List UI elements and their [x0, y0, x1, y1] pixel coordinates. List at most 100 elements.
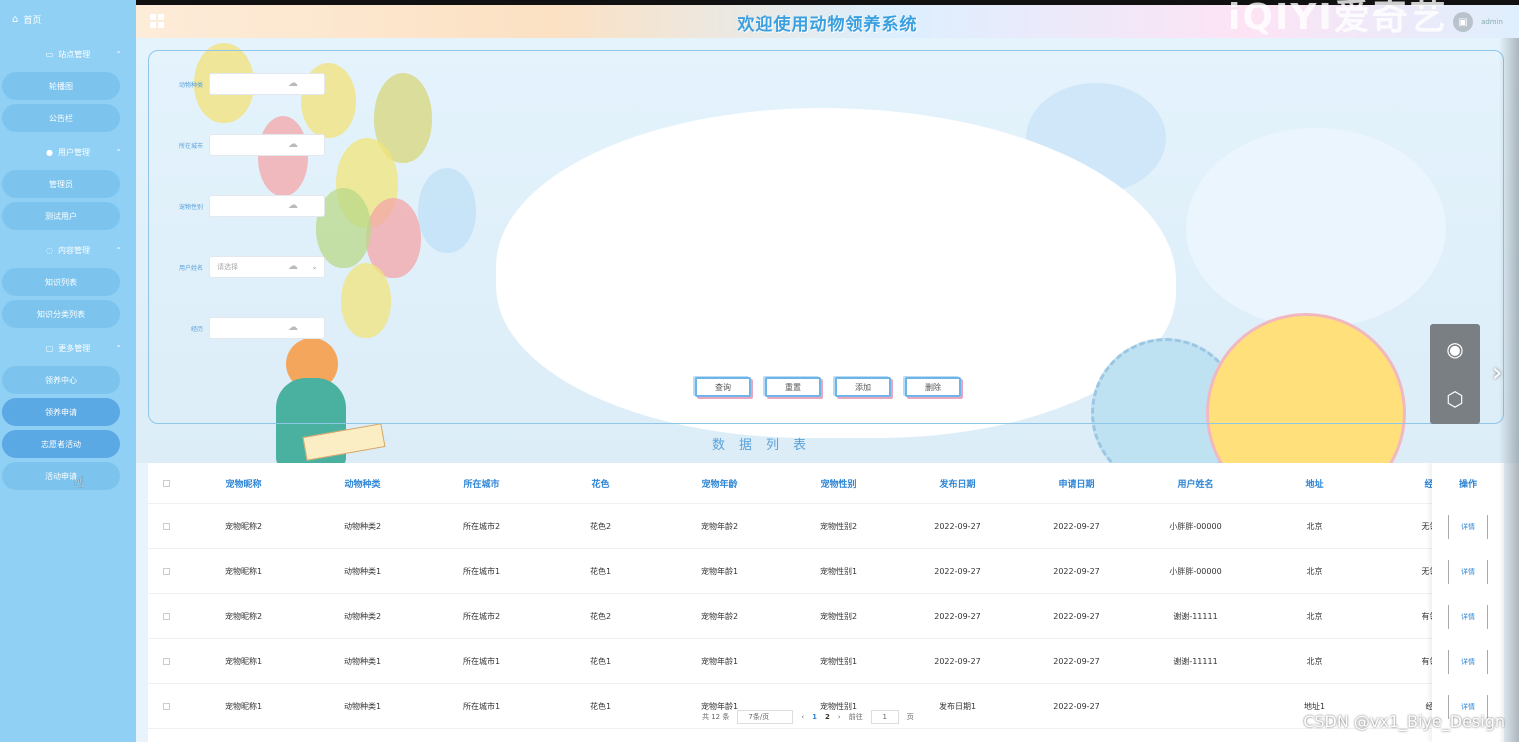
table-cell: 宠物年龄1	[700, 566, 739, 576]
goto-input[interactable]: 1	[870, 710, 899, 724]
form-row-user-name: 用户姓名 请选择 ☁ ⌄	[149, 256, 325, 278]
shield-icon[interactable]: ⬡	[1430, 374, 1480, 424]
experience-input[interactable]: ☁	[209, 317, 325, 339]
table-cell: 2022-09-27	[1053, 656, 1100, 666]
table-cell: 所在城市1	[462, 566, 501, 576]
next-page-icon[interactable]: ›	[838, 713, 841, 721]
query-button[interactable]: 查询	[695, 377, 751, 397]
group-content[interactable]: ◌ 内容管理 ⌃	[0, 234, 136, 266]
table-cell: 小胖胖-00000	[1169, 521, 1222, 531]
total-count: 共 12 条	[702, 713, 730, 721]
group-user[interactable]: ● 用户管理 ⌃	[0, 136, 136, 168]
form-row-experience: 经历 ☁	[149, 317, 325, 339]
table-cell: 2022-09-27	[934, 611, 981, 621]
column-header[interactable]: 所在城市	[422, 477, 541, 490]
page-2[interactable]: 2	[825, 713, 830, 721]
table-cell: 花色1	[589, 656, 612, 666]
table-row[interactable]: 宠物昵称2 动物种类2 所在城市2 花色2 宠物年龄2 宠物性别2 2022-09-27 20…	[148, 594, 1504, 639]
sidebar-item-admin[interactable]: 管理员	[2, 170, 120, 198]
sidebar-item-activity-apply[interactable]: 活动申请	[2, 462, 120, 490]
user-name[interactable]: admin	[1481, 18, 1503, 26]
column-header[interactable]: 宠物年龄	[660, 477, 779, 490]
table-row[interactable]: 宠物昵称1 动物种类1 所在城市1 花色1 宠物年龄1 宠物性别1 2022-09-27 20…	[148, 639, 1504, 684]
ops-header: 操作	[1458, 480, 1477, 490]
group-user-label: 用户管理	[57, 147, 90, 157]
sidebar-item-test-user[interactable]: 测试用户	[2, 202, 120, 230]
cloud-icon: ☁	[288, 139, 298, 150]
sidebar-home[interactable]: ⌂ 首页	[0, 0, 136, 38]
row-checkbox[interactable]	[148, 522, 184, 530]
column-header[interactable]: 用户姓名	[1136, 477, 1255, 490]
table-cell: 宠物昵称1	[224, 656, 263, 666]
column-header[interactable]: 地址	[1255, 477, 1374, 490]
chevron-down-icon: ⌄	[311, 262, 318, 271]
row-checkbox[interactable]	[148, 657, 184, 665]
column-header[interactable]: 发布日期	[898, 477, 1017, 490]
group-more[interactable]: ▢ 更多管理 ⌃	[0, 332, 136, 364]
form-row-city: 所在城市 ☁	[149, 134, 325, 156]
group-site-label: 站点管理	[58, 49, 91, 59]
animal-type-input[interactable]: ☁	[209, 73, 325, 95]
detail-button[interactable]: 详情	[1448, 514, 1488, 539]
row-checkbox[interactable]	[148, 702, 184, 710]
column-header[interactable]: 宠物性别	[779, 477, 898, 490]
detail-button[interactable]: 详情	[1448, 559, 1488, 584]
detail-button[interactable]: 详情	[1448, 649, 1488, 674]
goto-label: 前往	[848, 713, 863, 721]
column-header[interactable]: 申请日期	[1017, 477, 1136, 490]
form-label: 动物种类	[178, 81, 203, 89]
add-button[interactable]: 添加	[835, 377, 891, 397]
sidebar-item-notice[interactable]: 公告栏	[2, 104, 120, 132]
sidebar-item-adoption-apply[interactable]: 领养申请	[2, 398, 120, 426]
copy-icon: ▢	[45, 343, 54, 353]
pagination: 共 12 条 7条/页 ‹ 1 2 › 前往 1 页	[702, 710, 914, 724]
select-all-checkbox[interactable]	[148, 479, 184, 487]
form-label: 所在城市	[178, 142, 203, 150]
city-input[interactable]: ☁	[209, 134, 325, 156]
avatar[interactable]: ▣	[1453, 12, 1473, 32]
camera-icon[interactable]: ◉	[1430, 324, 1480, 374]
user-name-select[interactable]: 请选择 ☁ ⌄	[209, 256, 325, 278]
sidebar-item-knowledge[interactable]: 知识列表	[2, 268, 120, 296]
table-cell: 2022-09-27	[1053, 701, 1100, 711]
table-header-row: 宠物昵称 动物种类 所在城市 花色 宠物年龄 宠物性别 发布日期 申请日期 用户…	[148, 463, 1504, 504]
sidebar: ⌂ 首页 ▭ 站点管理 ⌃ 轮播图 公告栏 ● 用户管理 ⌃ 管理员 测试用户 …	[0, 0, 136, 742]
table-row[interactable]: 宠物昵称1 动物种类1 所在城市1 花色1 宠物年龄1 宠物性别1 2022-09-27 20…	[148, 549, 1504, 594]
op-cell: 详情	[1432, 504, 1504, 549]
cloud-icon: ☁	[288, 200, 298, 211]
delete-button[interactable]: 删除	[905, 377, 961, 397]
column-header[interactable]: 花色	[541, 477, 660, 490]
reset-button[interactable]: 重置	[765, 377, 821, 397]
gender-input[interactable]: ☁	[209, 195, 325, 217]
cloud-icon: ☁	[288, 78, 298, 89]
table-row[interactable]: 宠物昵称2 动物种类2 所在城市2 花色2 宠物年龄2 宠物性别2 2022-09-27 20…	[148, 504, 1504, 549]
row-checkbox[interactable]	[148, 567, 184, 575]
sidebar-item-knowledge-category[interactable]: 知识分类列表	[2, 300, 120, 328]
form-label: 经历	[190, 325, 203, 333]
chevron-up-icon: ⌃	[115, 147, 122, 157]
op-cell: 详情	[1432, 639, 1504, 684]
select-placeholder: 请选择	[217, 263, 238, 271]
table-cell: 2022-09-27	[934, 566, 981, 576]
table-cell: 花色2	[589, 521, 612, 531]
table-cell: 所在城市2	[462, 611, 501, 621]
sidebar-item-carousel[interactable]: 轮播图	[2, 72, 120, 100]
detail-button[interactable]: 详情	[1448, 604, 1488, 629]
chevron-up-icon: ⌃	[115, 343, 122, 353]
page-size-select[interactable]: 7条/页	[737, 710, 794, 724]
sidebar-item-adoption-center[interactable]: 领养中心	[2, 366, 120, 394]
page-1[interactable]: 1	[812, 713, 817, 721]
sidebar-item-volunteer[interactable]: 志愿者活动	[2, 430, 120, 458]
table-cell: 小胖胖-00000	[1169, 566, 1222, 576]
row-checkbox[interactable]	[148, 612, 184, 620]
operations-column: 操作 详情 详情 详情 详情 详情	[1432, 463, 1504, 742]
csdn-watermark: CSDN @vx1_Biye_Design	[1303, 712, 1505, 731]
prev-page-icon[interactable]: ‹	[801, 713, 804, 721]
table-cell: 花色1	[589, 701, 612, 711]
table-cell: 宠物昵称1	[224, 701, 263, 711]
column-header[interactable]: 宠物昵称	[184, 477, 303, 490]
table-cell: 所在城市1	[462, 701, 501, 711]
chevron-up-icon: ⌃	[115, 49, 122, 59]
group-site[interactable]: ▭ 站点管理 ⌃	[0, 38, 136, 70]
column-header[interactable]: 动物种类	[303, 477, 422, 490]
